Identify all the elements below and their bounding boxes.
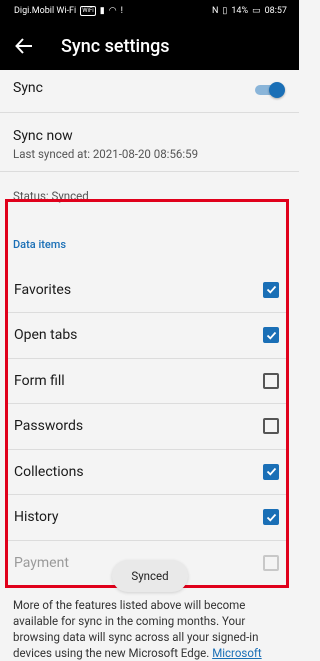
wifi-icon: ◠ — [108, 6, 117, 16]
sync-now-label: Sync now — [13, 128, 73, 144]
nfc-icon: N — [211, 6, 219, 16]
arrow-left-icon — [15, 38, 32, 54]
alert-icon: ! — [120, 6, 123, 16]
battery-percent: 14% — [231, 6, 249, 16]
divider — [0, 171, 299, 172]
sync-now-row[interactable]: Sync now Last synced at: 2021-08-20 08:5… — [0, 128, 299, 161]
vibrate-icon: ▯ — [222, 6, 228, 16]
footer-link[interactable]: Microsoft — [212, 646, 261, 660]
footer-text: More of the features listed above will b… — [13, 597, 285, 661]
signal-icon: ▮ — [99, 6, 105, 16]
highlight-box — [5, 199, 289, 588]
back-button[interactable] — [2, 22, 46, 70]
battery-icon: ▭ — [252, 6, 261, 16]
sync-toggle[interactable] — [255, 82, 285, 98]
status-bar: Digi.Mobil Wi-Fi WiFi ▮ ◠ ! N ▯ 14% ▭ 08… — [0, 0, 299, 22]
divider — [0, 112, 299, 113]
clock: 08:57 — [264, 6, 287, 16]
toast: Synced — [112, 560, 188, 592]
page-title: Sync settings — [61, 35, 170, 57]
app-bar: Sync settings — [0, 22, 299, 70]
last-synced-text: Last synced at: 2021-08-20 08:56:59 — [13, 147, 199, 161]
carrier-label: Digi.Mobil Wi-Fi — [14, 6, 77, 16]
wifi-calling-badge: WiFi — [80, 6, 96, 16]
